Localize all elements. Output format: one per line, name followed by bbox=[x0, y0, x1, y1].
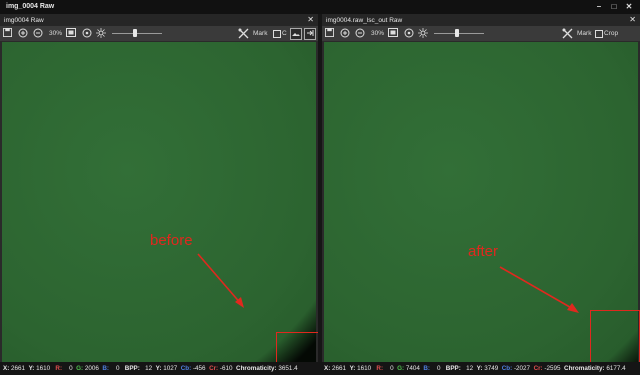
left-tab-close-button[interactable]: ✕ bbox=[307, 15, 314, 24]
zoom-out-icon[interactable] bbox=[355, 28, 365, 39]
brightness-slider-handle[interactable] bbox=[133, 29, 137, 37]
zoom-out-icon[interactable] bbox=[33, 28, 43, 39]
window-title: img_0004 Raw bbox=[6, 3, 55, 10]
zoom-level: 30% bbox=[371, 30, 385, 37]
window-titlebar: img_0004 Raw – □ ✕ bbox=[0, 0, 640, 14]
mark-label: Mark bbox=[253, 30, 268, 37]
right-tab[interactable]: img0004.raw_lsc_out Raw ✕ bbox=[322, 14, 640, 26]
fit-icon[interactable] bbox=[66, 28, 76, 39]
brightness-slider[interactable] bbox=[434, 33, 484, 34]
g-value: 2006 bbox=[84, 365, 99, 372]
right-pixel-info: X: 2661 Y: 1610 R: 0 G: 7404 B: 0 BPP: 1… bbox=[324, 365, 626, 372]
right-toolbar: 30% Mark Crop bbox=[322, 26, 640, 41]
bpp-label: BPP: bbox=[124, 365, 140, 372]
status-bar: X: 2661 Y: 1610 R: 0 G: 2006 B: 0 BPP: 1… bbox=[0, 362, 640, 375]
zoom-in-icon[interactable] bbox=[340, 28, 350, 39]
left-pixel-info: X: 2661 Y: 1610 R: 0 G: 2006 B: 0 BPP: 1… bbox=[3, 365, 298, 372]
cr-value: -2595 bbox=[544, 365, 561, 372]
cb-value: -456 bbox=[192, 365, 206, 372]
luma-value: 3749 bbox=[484, 365, 499, 372]
b-value: 0 bbox=[116, 365, 120, 372]
tools-icon[interactable] bbox=[238, 28, 249, 39]
y-value: 1610 bbox=[36, 365, 51, 372]
left-corner-highlight bbox=[276, 332, 318, 362]
r-value: 0 bbox=[69, 365, 73, 372]
left-vignette-corner bbox=[2, 42, 316, 362]
luma-label: Y: bbox=[476, 365, 483, 372]
g-value: 7404 bbox=[405, 365, 420, 372]
zoom-reset-icon[interactable] bbox=[404, 28, 414, 39]
x-label: X: bbox=[3, 365, 10, 372]
r-label: R: bbox=[376, 365, 384, 372]
tools-icon[interactable] bbox=[562, 28, 573, 39]
luma-value: 1027 bbox=[163, 365, 178, 372]
right-tab-close-button[interactable]: ✕ bbox=[629, 15, 636, 24]
cb-value: -2027 bbox=[513, 365, 531, 372]
left-tab-label: img0004 Raw bbox=[4, 17, 44, 24]
bpp-label: BPP: bbox=[445, 365, 461, 372]
crop-label: Crop bbox=[604, 30, 619, 37]
x-value: 2661 bbox=[11, 365, 26, 372]
right-tab-label: img0004.raw_lsc_out Raw bbox=[326, 17, 403, 24]
brightness-icon bbox=[96, 28, 106, 39]
g-label: G: bbox=[76, 365, 84, 372]
brightness-slider[interactable] bbox=[112, 33, 162, 34]
g-label: G: bbox=[397, 365, 405, 372]
crop-checkbox[interactable] bbox=[273, 30, 281, 38]
bpp-value: 12 bbox=[145, 365, 153, 372]
zoom-level: 30% bbox=[49, 30, 63, 37]
zoom-in-icon[interactable] bbox=[18, 28, 28, 39]
b-value: 0 bbox=[437, 365, 441, 372]
exit-icon[interactable] bbox=[304, 28, 316, 40]
y-value: 1610 bbox=[357, 365, 372, 372]
r-label: R: bbox=[55, 365, 63, 372]
chromaticity-value: 6177.4 bbox=[606, 365, 626, 372]
zoom-reset-icon[interactable] bbox=[82, 28, 92, 39]
save-icon[interactable] bbox=[325, 28, 334, 39]
r-value: 0 bbox=[390, 365, 394, 372]
luma-label: Y: bbox=[155, 365, 162, 372]
chromaticity-label: Chromaticity: bbox=[236, 365, 277, 372]
b-label: B: bbox=[102, 365, 110, 372]
close-window-button[interactable]: ✕ bbox=[624, 2, 634, 12]
right-image-pane: img0004.raw_lsc_out Raw ✕ 30% Mark Crop bbox=[322, 14, 640, 362]
crop-label: C bbox=[282, 30, 287, 37]
y-label: Y: bbox=[349, 365, 356, 372]
left-tab[interactable]: img0004 Raw ✕ bbox=[0, 14, 318, 26]
cr-label: Cr: bbox=[533, 365, 543, 372]
x-value: 2661 bbox=[332, 365, 347, 372]
image-icon[interactable] bbox=[290, 28, 302, 40]
left-image-pane: img0004 Raw ✕ 30% Mark C before bbox=[0, 14, 318, 362]
before-annotation: before bbox=[150, 232, 193, 249]
brightness-icon bbox=[418, 28, 428, 39]
mark-label: Mark bbox=[577, 30, 592, 37]
after-annotation: after bbox=[468, 243, 499, 260]
bpp-value: 12 bbox=[466, 365, 474, 372]
cr-value: -610 bbox=[219, 365, 233, 372]
save-icon[interactable] bbox=[3, 28, 12, 39]
after-arrow-icon bbox=[499, 266, 579, 313]
fit-icon[interactable] bbox=[388, 28, 398, 39]
left-raw-image[interactable] bbox=[2, 42, 316, 362]
maximize-button[interactable]: □ bbox=[609, 2, 619, 12]
b-label: B: bbox=[423, 365, 431, 372]
right-corner-highlight bbox=[590, 310, 640, 362]
chromaticity-value: 3651.4 bbox=[278, 365, 298, 372]
chromaticity-label: Chromaticity: bbox=[564, 365, 605, 372]
cb-label: Cb: bbox=[501, 365, 513, 372]
x-label: X: bbox=[324, 365, 331, 372]
left-toolbar: 30% Mark C bbox=[0, 26, 318, 41]
y-label: Y: bbox=[28, 365, 35, 372]
minimize-button[interactable]: – bbox=[594, 2, 604, 12]
brightness-slider-handle[interactable] bbox=[455, 29, 459, 37]
cb-label: Cb: bbox=[180, 365, 192, 372]
crop-checkbox[interactable] bbox=[595, 30, 603, 38]
before-arrow-icon bbox=[197, 253, 244, 308]
cr-label: Cr: bbox=[209, 365, 219, 372]
